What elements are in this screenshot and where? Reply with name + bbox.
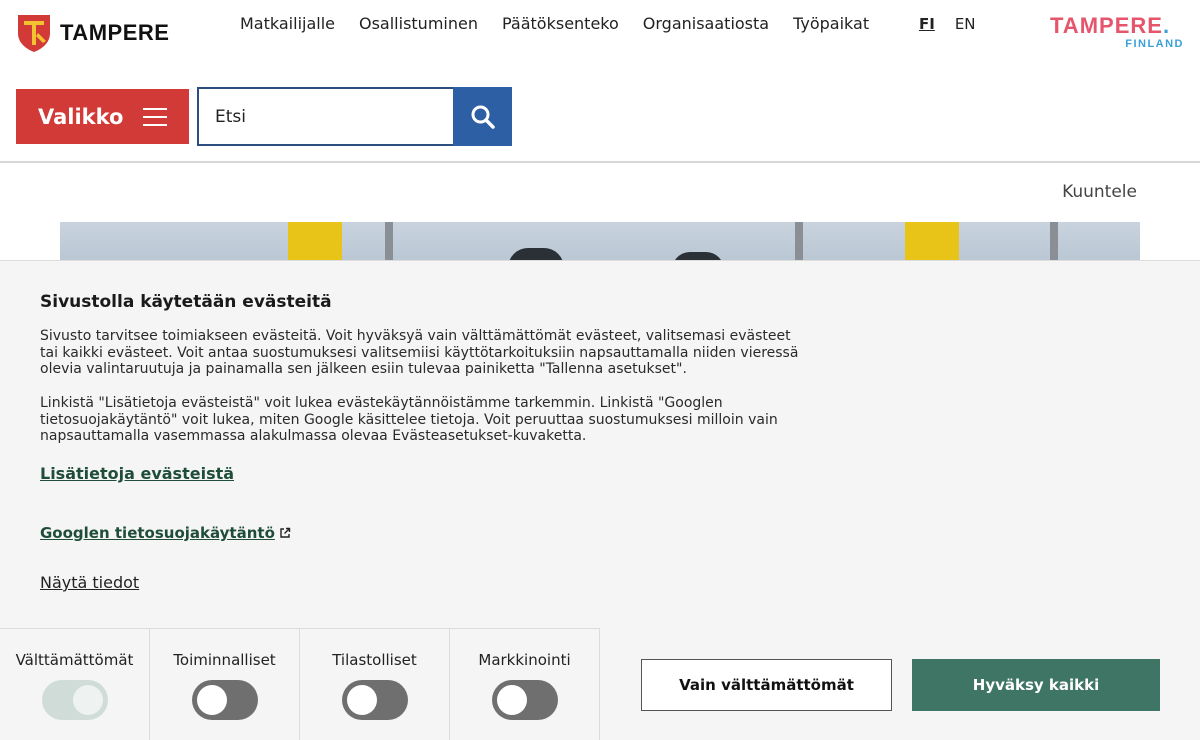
external-link-icon [280,527,291,538]
category-label: Tilastolliset [332,651,417,669]
menu-button-label: Valikko [38,104,124,129]
search-icon [471,105,495,129]
toggle-marketing[interactable] [492,680,558,720]
tampere-coat-of-arms-icon [18,15,50,52]
category-statistics: Tilastolliset [300,629,450,740]
brand-dot: . [1162,13,1171,38]
category-functional: Toiminnalliset [150,629,300,740]
brand-main-text: TAMPERE [1050,13,1163,38]
listen-button[interactable]: Kuuntele [1062,182,1137,202]
category-label: Markkinointi [478,651,571,669]
category-label: Välttämättömät [15,651,134,669]
lang-fi[interactable]: FI [919,14,935,34]
accept-necessary-button[interactable]: Vain välttämättömät [641,659,892,711]
google-privacy-link-label: Googlen tietosuojakäytäntö [40,524,275,542]
search-bar [197,87,512,146]
brand-sub-text: FINLAND [1125,38,1184,50]
search-input[interactable] [197,87,453,146]
hamburger-icon [143,107,168,126]
nav-osallistuminen[interactable]: Osallistuminen [359,14,478,34]
toggle-necessary [42,680,108,720]
site-header: TAMPERE Matkailijalle Osallistuminen Pää… [0,0,1200,163]
nav-matkailijalle[interactable]: Matkailijalle [240,14,335,34]
cookie-consent-banner: Sivustolla käytetään evästeitä Sivusto t… [0,260,1200,740]
search-button[interactable] [453,87,512,146]
menu-button[interactable]: Valikko [16,89,189,144]
toggle-functional[interactable] [192,680,258,720]
logo-text: TAMPERE [60,20,170,45]
top-navigation: Matkailijalle Osallistuminen Päätöksente… [240,14,893,34]
cookie-categories: Välttämättömät Toiminnalliset Tilastolli… [0,628,600,740]
cookie-title: Sivustolla käytetään evästeitä [40,292,332,312]
accept-all-button[interactable]: Hyväksy kaikki [912,659,1160,711]
nav-organisaatiosta[interactable]: Organisaatiosta [643,14,769,34]
cookie-more-info-link[interactable]: Lisätietoja evästeistä [40,464,234,483]
tampere-logo[interactable]: TAMPERE [16,13,169,53]
show-details-link[interactable]: Näytä tiedot [40,573,139,592]
tampere-finland-brand-logo[interactable]: TAMPERE. FINLAND [1050,14,1186,52]
cookie-description-2: Linkistä "Lisätietoja evästeistä" voit l… [40,395,778,444]
category-marketing: Markkinointi [450,629,600,740]
category-necessary: Välttämättömät [0,629,150,740]
hero-image [60,222,1140,262]
cookie-description-1: Sivusto tarvitsee toimiakseen evästeitä.… [40,328,799,377]
toggle-statistics[interactable] [342,680,408,720]
nav-paatoksenteko[interactable]: Päätöksenteko [502,14,619,34]
category-label: Toiminnalliset [173,651,276,669]
nav-tyopaikat[interactable]: Työpaikat [793,14,869,34]
lang-en[interactable]: EN [955,14,976,34]
google-privacy-link[interactable]: Googlen tietosuojakäytäntö [40,524,291,542]
language-switcher: FI EN [919,14,976,34]
